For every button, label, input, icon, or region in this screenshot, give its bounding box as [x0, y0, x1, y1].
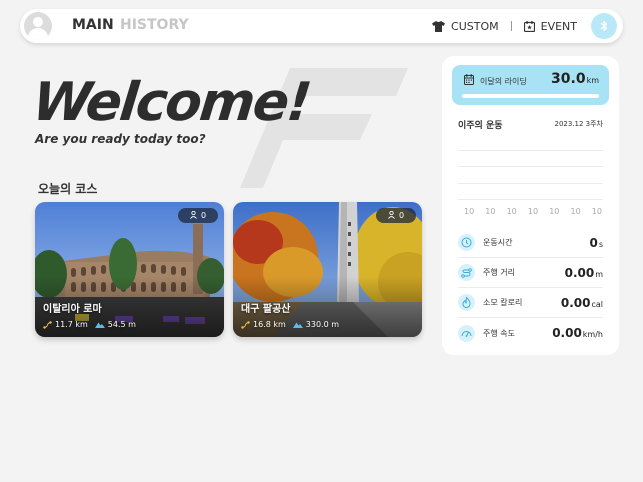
course-elevation: 330.0 m — [305, 320, 340, 329]
speedometer-icon — [458, 324, 475, 342]
stat-value: 0.00cal — [561, 296, 603, 310]
weekly-values: 10 10 10 10 10 10 10 — [464, 207, 602, 216]
course-distance: 11.7 km — [55, 320, 88, 329]
tab-history[interactable]: HISTORY — [120, 17, 189, 33]
stat-distance: 주행 거리 0.00m — [458, 258, 603, 288]
welcome-subtitle: Are you ready today too? — [35, 132, 206, 146]
stat-label: 주행 속도 — [483, 328, 515, 338]
welcome-title: Welcome! — [29, 72, 313, 133]
stat-unit: m — [595, 269, 603, 279]
tab-main[interactable]: MAIN — [72, 17, 114, 33]
monthly-riding-label: 이달의 라이딩 — [480, 77, 527, 86]
stat-speed: 주행 속도 0.00km/h — [458, 318, 603, 348]
week-value: 10 — [527, 207, 539, 216]
participants-count: 0 — [398, 211, 405, 220]
course-card-palgongsan[interactable]: 0 대구 팔공산 16.8 km 330.0 m — [233, 202, 422, 337]
monthly-riding-card: 이달의 라이딩 30.0km — [452, 65, 609, 105]
activity-panel: 이달의 라이딩 30.0km 이주의 운동 2023.12 3주차 10 10 … — [442, 56, 619, 355]
stat-number: 0.00 — [560, 295, 591, 310]
top-actions: CUSTOM EVENT — [432, 12, 617, 40]
week-value: 10 — [549, 207, 560, 216]
route-icon — [241, 320, 250, 329]
week-value: 10 — [464, 207, 475, 216]
calendar-star-icon — [523, 20, 535, 32]
bluetooth-icon — [600, 20, 608, 32]
course-meta: 16.8 km 330.0 m — [241, 320, 346, 329]
stat-label: 주행 거리 — [483, 268, 515, 277]
stat-value: 0.00km/h — [552, 326, 603, 340]
custom-button[interactable]: CUSTOM — [432, 20, 499, 33]
elevation-info: 330.0 m — [292, 320, 340, 329]
stat-number: 0.00 — [564, 265, 595, 280]
monthly-riding-unit: km — [586, 76, 599, 85]
route-icon — [43, 320, 52, 329]
week-value: 10 — [485, 207, 496, 216]
stat-unit: cal — [591, 299, 603, 309]
course-meta: 11.7 km 54.5 m — [43, 320, 143, 329]
stat-value: 0.00m — [565, 266, 603, 280]
chart-gridline — [458, 183, 603, 184]
distance-info: 11.7 km — [43, 320, 88, 329]
course-elevation: 54.5 m — [107, 320, 136, 329]
custom-label: CUSTOM — [451, 19, 499, 33]
participants-badge: 0 — [178, 208, 218, 223]
chart-gridline — [458, 199, 603, 200]
avatar-body — [28, 28, 48, 40]
person-icon — [388, 210, 395, 221]
course-card-rome[interactable]: 0 이탈리아 로마 11.7 km 54.5 m — [35, 202, 224, 337]
event-label: EVENT — [540, 19, 577, 33]
weekly-exercise-title: 이주의 운동 — [458, 121, 503, 131]
stat-unit: s — [598, 239, 603, 249]
participants-badge: 0 — [376, 208, 416, 223]
event-button[interactable]: EVENT — [523, 19, 577, 33]
monthly-riding-number: 30.0 — [551, 71, 586, 87]
flame-icon — [458, 294, 475, 311]
calendar-icon — [464, 74, 474, 85]
route-icon — [458, 264, 475, 281]
bluetooth-button[interactable] — [591, 13, 617, 39]
week-value: 10 — [506, 207, 517, 216]
course-distance: 16.8 km — [253, 320, 286, 329]
stat-label: 운동시간 — [483, 238, 513, 247]
stat-number: 0 — [589, 235, 598, 250]
course-name: 이탈리아 로마 — [43, 304, 102, 315]
stat-label: 소모 칼로리 — [483, 298, 523, 307]
avatar-head — [33, 17, 43, 27]
top-navigation-bar: MAIN HISTORY CUSTOM EVENT — [20, 9, 623, 43]
mountain-icon — [292, 322, 303, 328]
monthly-riding-value: 30.0km — [551, 71, 599, 87]
course-name: 대구 팔공산 — [241, 304, 291, 315]
monthly-riding-progress-bar — [462, 94, 599, 98]
stat-number: 0.00 — [552, 326, 582, 340]
person-icon — [190, 210, 197, 221]
stat-calories: 소모 칼로리 0.00cal — [458, 288, 603, 318]
chart-gridline — [458, 166, 603, 167]
distance-info: 16.8 km — [241, 320, 286, 329]
chart-gridline — [458, 150, 603, 151]
week-value: 10 — [591, 207, 602, 216]
weekly-exercise-date: 2023.12 3주차 — [554, 120, 603, 128]
avatar[interactable] — [24, 12, 52, 40]
stat-exercise-time: 운동시간 0s — [458, 228, 603, 258]
clock-icon — [458, 234, 475, 251]
week-value: 10 — [570, 207, 581, 216]
divider — [510, 21, 512, 31]
participants-count: 0 — [200, 211, 207, 220]
stat-value: 0s — [589, 236, 603, 250]
todays-course-heading: 오늘의 코스 — [38, 182, 98, 196]
mountain-icon — [94, 322, 105, 328]
tshirt-icon — [432, 20, 446, 32]
stat-unit: km/h — [582, 330, 603, 339]
elevation-info: 54.5 m — [94, 320, 136, 329]
